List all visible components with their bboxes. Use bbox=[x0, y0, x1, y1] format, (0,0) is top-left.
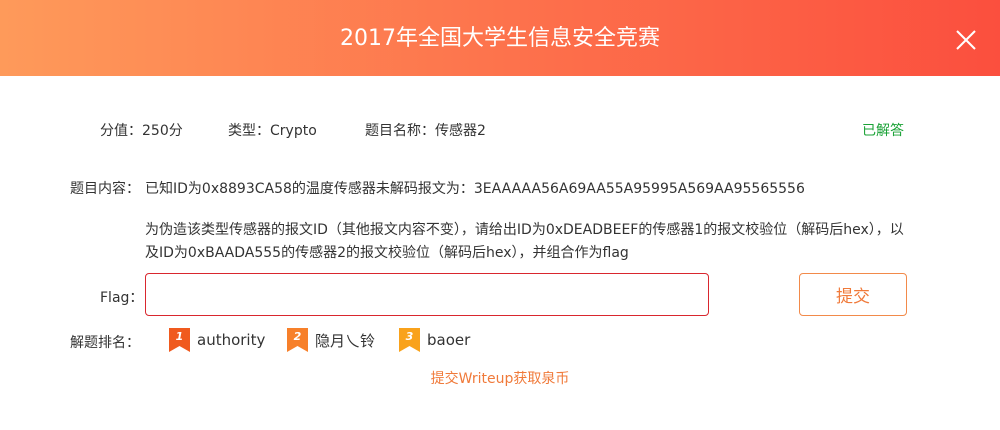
solved-status: 已解答 bbox=[862, 123, 904, 139]
modal-header: 2017年全国大学生信息安全竞赛 bbox=[0, 0, 1000, 76]
rank-ribbon-icon: 1 bbox=[169, 328, 190, 352]
rank-number: 3 bbox=[405, 330, 414, 343]
rank-number: 2 bbox=[293, 330, 302, 343]
content-text-line1: 已知ID为0x8893CA58的温度传感器未解码报文为：3EAAAAA56A69… bbox=[145, 181, 805, 197]
modal-title: 2017年全国大学生信息安全竞赛 bbox=[340, 26, 660, 51]
submit-button[interactable]: 提交 bbox=[799, 273, 907, 316]
ranking-label: 解题排名： bbox=[70, 335, 140, 351]
rank-user-name: 隐月乀铃 bbox=[315, 331, 376, 350]
rank-user-name: baoer bbox=[427, 331, 471, 349]
submit-writeup-link[interactable]: 提交Writeup获取泉币 bbox=[0, 368, 1000, 388]
score-text: 分值：250分 bbox=[100, 123, 183, 139]
rank-ribbon-icon: 3 bbox=[399, 328, 420, 352]
rank-user-name: authority bbox=[197, 331, 266, 349]
flag-label: Flag： bbox=[100, 290, 144, 306]
ranking-item[interactable]: 3 baoer bbox=[399, 328, 470, 352]
rank-number: 1 bbox=[175, 330, 184, 343]
type-text: 类型：Crypto bbox=[228, 123, 317, 139]
content-label: 题目内容： bbox=[70, 181, 140, 197]
ranking-item[interactable]: 2 隐月乀铃 bbox=[287, 328, 375, 352]
flag-input[interactable] bbox=[145, 273, 709, 316]
rank-ribbon-icon: 2 bbox=[287, 328, 308, 352]
ranking-item[interactable]: 1 authority bbox=[169, 328, 265, 352]
challenge-modal: 2017年全国大学生信息安全竞赛 分值：250分 类型：Crypto 题目名称：… bbox=[0, 0, 1000, 430]
close-icon[interactable] bbox=[954, 28, 978, 52]
content-text-paragraph: 为伪造该类型传感器的报文ID（其他报文内容不变），请给出ID为0xDEADBEE… bbox=[145, 222, 904, 261]
challenge-name-text: 题目名称：传感器2 bbox=[365, 123, 486, 139]
